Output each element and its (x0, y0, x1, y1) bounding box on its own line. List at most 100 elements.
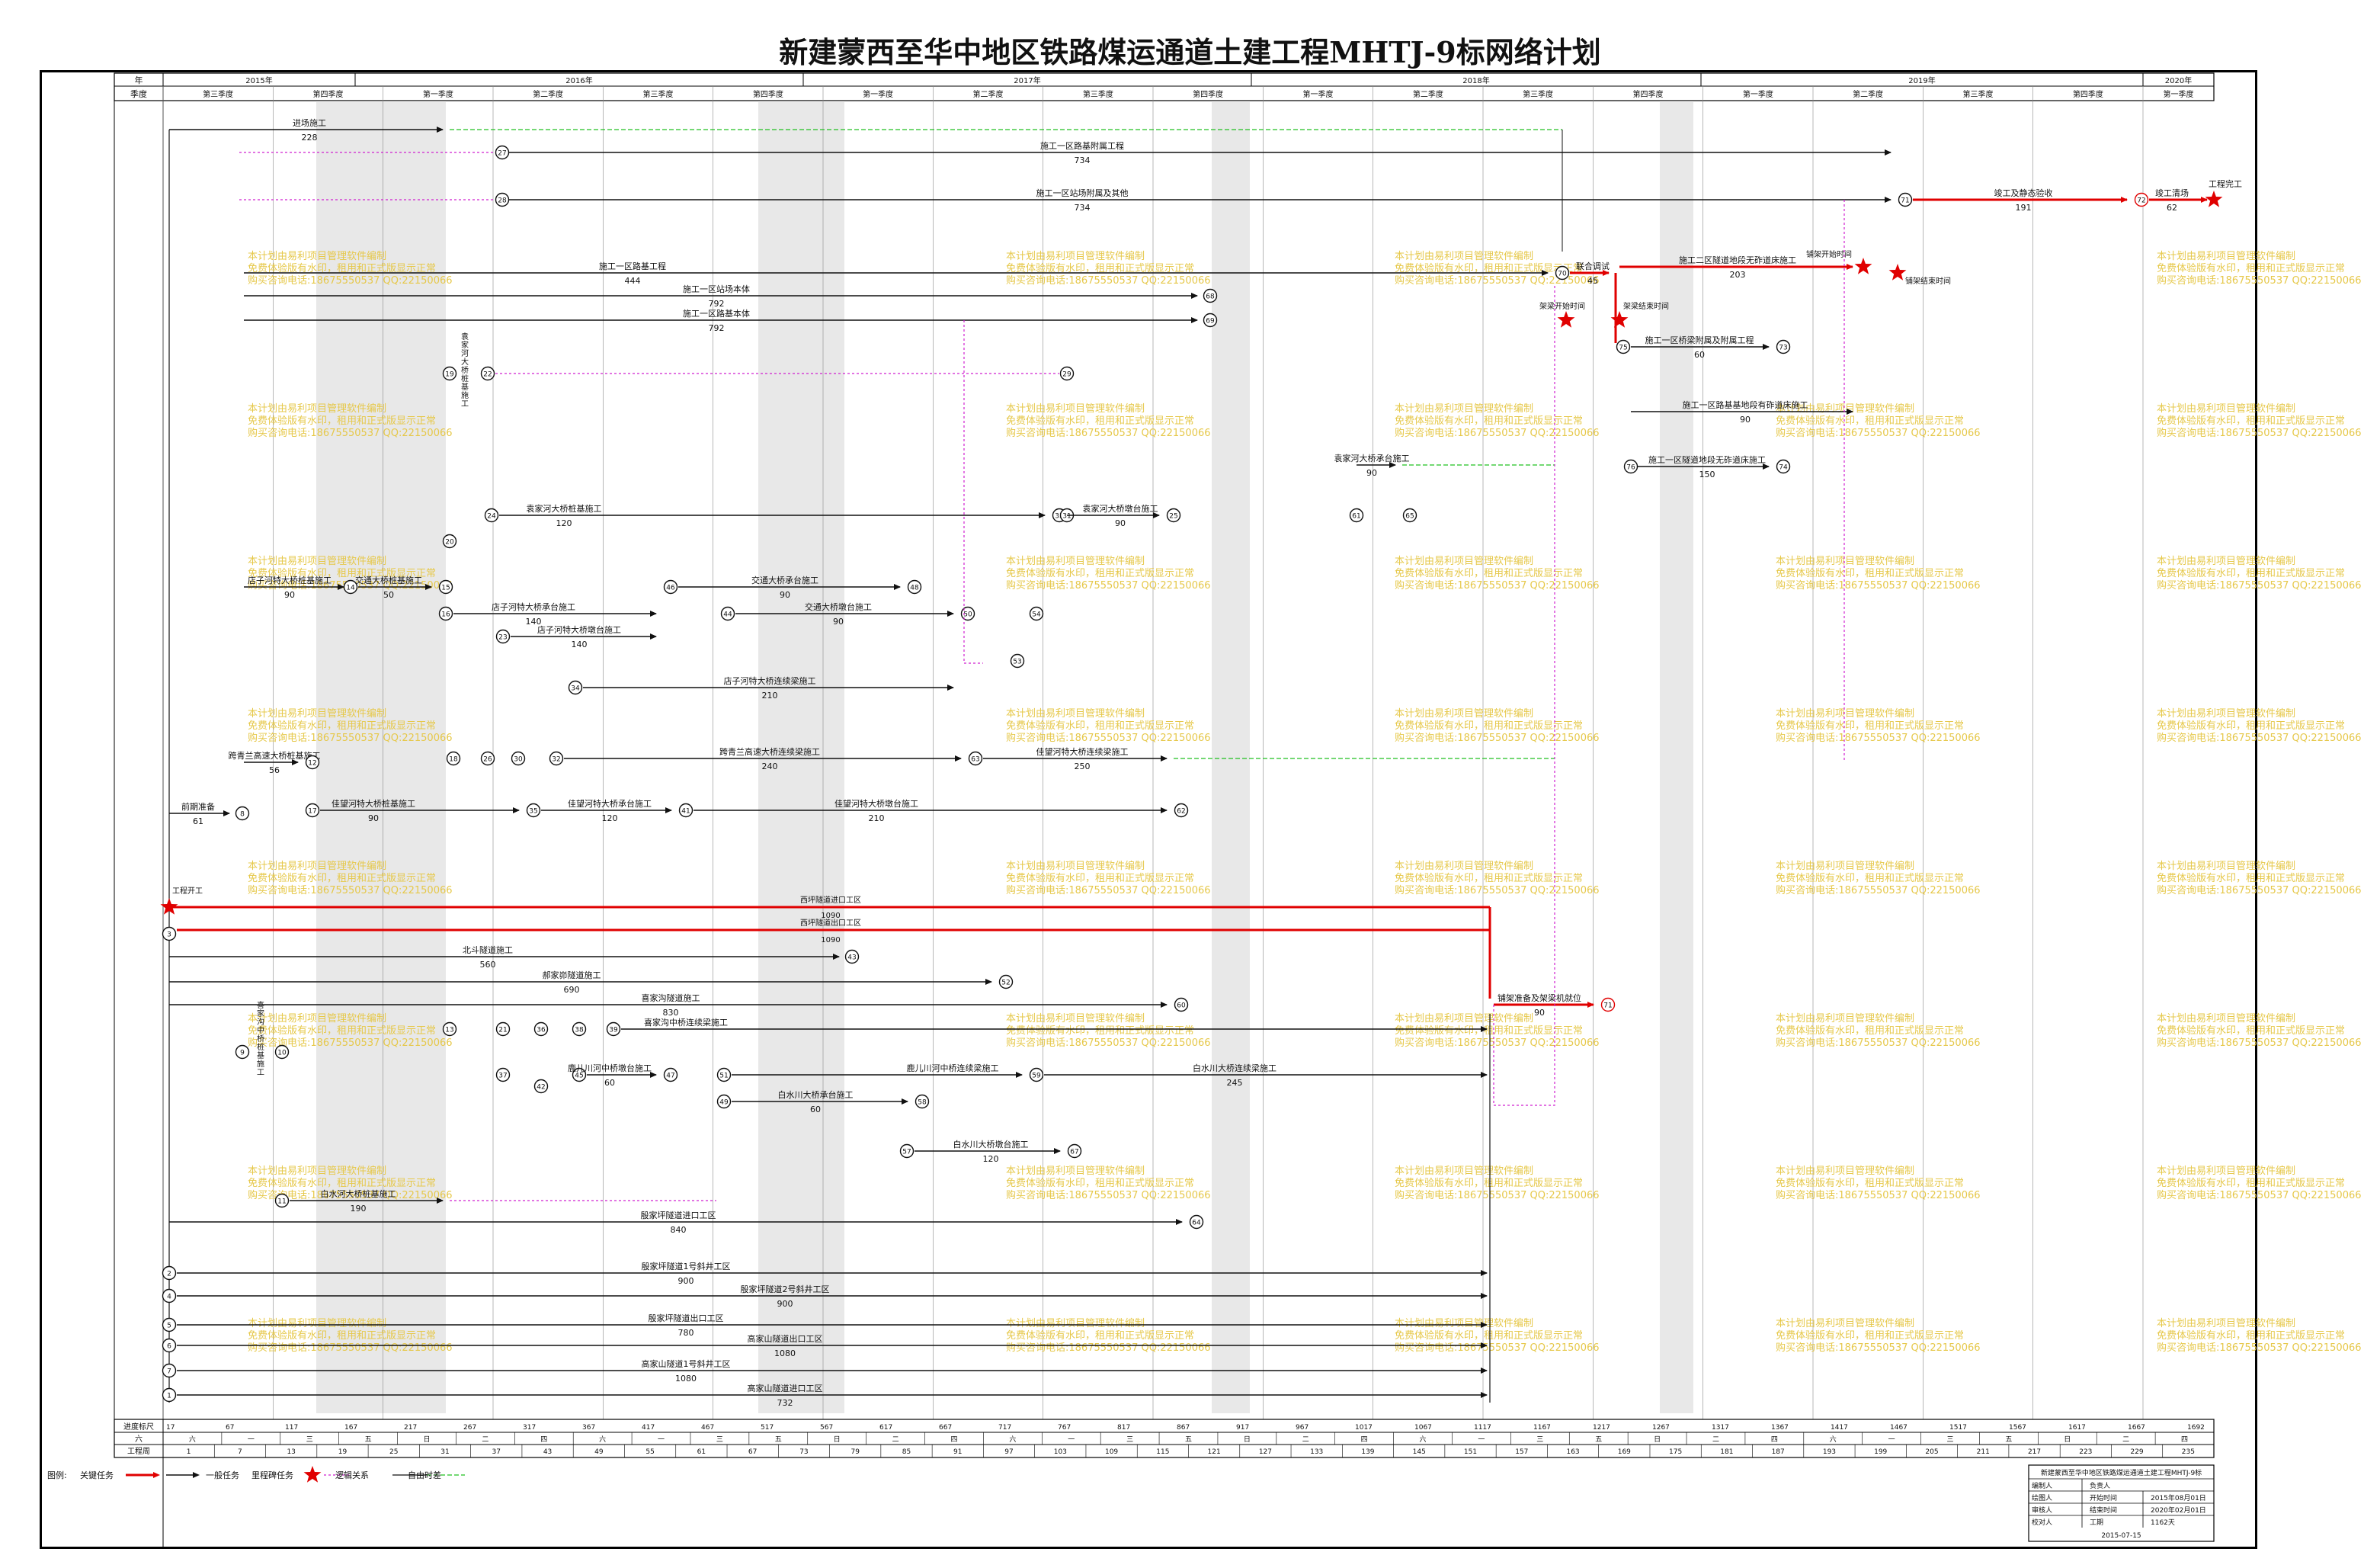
task-duration: 245 (1227, 1078, 1243, 1088)
svg-text:27: 27 (498, 150, 506, 158)
event-node: 44 (720, 606, 735, 621)
watermark-text: 购买咨询电话:18675550537 QQ:22150066 (2157, 1189, 2362, 1201)
task-label: 施工二区隧道地段无砟道床施工 (1679, 255, 1796, 265)
year-label: 2017年 (1014, 75, 1040, 85)
shade-band (316, 102, 446, 1413)
task-duration: 203 (1730, 270, 1746, 280)
watermark-text: 免费体验版有水印，租用和正式版显示正常 (248, 1025, 436, 1037)
task-label: 白水川大桥墩台施工 (953, 1139, 1029, 1150)
watermark-text: 购买咨询电话:18675550537 QQ:22150066 (1776, 427, 1981, 439)
watermark-text: 免费体验版有水印，租用和正式版显示正常 (1395, 567, 1583, 579)
week-mark: 133 (1310, 1448, 1323, 1456)
event-node: 65 (1402, 508, 1417, 523)
task-duration: 90 (1534, 1008, 1545, 1018)
svg-text:54: 54 (1032, 611, 1041, 619)
task-arrowhead (513, 807, 520, 813)
event-node: 25 (1166, 508, 1181, 523)
svg-text:5: 5 (167, 1323, 171, 1330)
quarter-label: 第一季度 (863, 89, 893, 99)
info-key: 绘图人 (2032, 1493, 2052, 1502)
watermark-text: 购买咨询电话:18675550537 QQ:22150066 (2157, 579, 2362, 592)
week-mark: 85 (902, 1448, 911, 1456)
svg-text:65: 65 (1405, 513, 1414, 521)
svg-text:22: 22 (483, 371, 492, 379)
weekday-mark: 四 (950, 1436, 957, 1444)
event-node: 72 (2134, 192, 2149, 207)
watermark-text: 购买咨询电话:18675550537 QQ:22150066 (2157, 427, 2362, 439)
task-duration: 830 (663, 1008, 679, 1018)
event-node: 61 (1349, 508, 1364, 523)
watermark-text: 免费体验版有水印，租用和正式版显示正常 (1776, 872, 1964, 884)
watermark-text: 本计划由易利项目管理软件编制 (1395, 251, 1533, 262)
task-arrowhead (1763, 344, 1770, 350)
week-mark: 91 (953, 1448, 962, 1456)
legend-arrowhead (193, 1472, 200, 1478)
svg-text:河: 河 (461, 349, 469, 358)
watermark-text: 本计划由易利项目管理软件编制 (1006, 708, 1145, 720)
day-mark: 917 (1236, 1424, 1249, 1432)
day-mark: 1617 (2068, 1424, 2086, 1432)
event-node: 43 (844, 949, 860, 964)
task-duration: 792 (709, 299, 725, 309)
watermark-text: 免费体验版有水印，租用和正式版显示正常 (1776, 1177, 1964, 1189)
svg-text:喜: 喜 (257, 1000, 264, 1010)
svg-text:大: 大 (461, 357, 469, 367)
watermark-text: 本计划由易利项目管理软件编制 (1395, 861, 1533, 872)
watermark-text: 购买咨询电话:18675550537 QQ:22150066 (1006, 1037, 1211, 1049)
watermark-text: 购买咨询电话:18675550537 QQ:22150066 (1006, 274, 1211, 287)
task-arrowhead (985, 979, 992, 985)
weekday-mark: 三 (1947, 1436, 1954, 1444)
watermark-text: 本计划由易利项目管理软件编制 (1395, 1013, 1533, 1025)
watermark-text: 免费体验版有水印，租用和正式版显示正常 (1006, 1177, 1194, 1189)
watermark-text: 本计划由易利项目管理软件编制 (1006, 251, 1145, 262)
week-mark: 163 (1566, 1448, 1579, 1456)
day-mark: 817 (1117, 1424, 1130, 1432)
weekday-mark: 三 (1536, 1436, 1543, 1444)
weekday-mark: 日 (2064, 1435, 2071, 1444)
task-label: 施工一区站场本体 (683, 284, 750, 294)
legend-milestone-label: 里程碑任务 (251, 1470, 293, 1480)
svg-text:62: 62 (1177, 808, 1185, 816)
svg-text:家: 家 (257, 1008, 264, 1018)
svg-text:14: 14 (346, 585, 355, 592)
task-label: 佳望河特大桥墩台施工 (834, 798, 918, 809)
svg-text:17: 17 (308, 808, 316, 816)
watermark-text: 购买咨询电话:18675550537 QQ:22150066 (1395, 1342, 1600, 1354)
svg-text:7: 7 (167, 1368, 171, 1376)
task-duration: 90 (780, 590, 790, 600)
task-duration: 210 (762, 691, 778, 701)
watermark-text: 本计划由易利项目管理软件编制 (248, 1013, 386, 1025)
event-node: 9 (235, 1044, 250, 1060)
weekday-mark: 一 (1888, 1436, 1895, 1444)
event-node: 26 (480, 751, 495, 766)
svg-text:49: 49 (719, 1099, 729, 1107)
weekday-mark: 六 (189, 1435, 196, 1444)
week-mark: 7 (238, 1448, 242, 1456)
event-node: 38 (572, 1021, 587, 1037)
watermark-text: 购买咨询电话:18675550537 QQ:22150066 (2157, 1037, 2362, 1049)
day-mark: 1367 (1771, 1424, 1789, 1432)
watermark-text: 免费体验版有水印，租用和正式版显示正常 (1776, 415, 1964, 427)
svg-text:桩: 桩 (461, 374, 469, 383)
task-label: 白水川大桥承台施工 (778, 1089, 854, 1100)
watermark-text: 免费体验版有水印，租用和正式版显示正常 (248, 720, 436, 732)
weekday-mark: 三 (306, 1436, 313, 1444)
task-duration: 90 (1366, 468, 1377, 478)
watermark-text: 免费体验版有水印，租用和正式版显示正常 (1006, 415, 1194, 427)
watermark-text: 免费体验版有水印，租用和正式版显示正常 (2157, 1329, 2345, 1342)
event-node: 63 (968, 751, 983, 766)
event-node: 74 (1776, 459, 1791, 474)
weekday-mark: 五 (1595, 1436, 1602, 1444)
weekday-mark: 一 (658, 1436, 665, 1444)
task-arrowhead (223, 810, 230, 816)
svg-text:32: 32 (552, 756, 560, 764)
task-arrowhead (1481, 1072, 1488, 1078)
task-duration: 120 (556, 518, 572, 528)
task-label: 佳望河特大桥连续梁施工 (1036, 746, 1129, 757)
task-label: 西坪隧道进口工区 (800, 895, 861, 905)
task-duration: 90 (1115, 518, 1126, 528)
week-mark: 199 (1874, 1448, 1887, 1456)
watermark-text: 本计划由易利项目管理软件编制 (2157, 861, 2295, 872)
quarter-label: 第二季度 (973, 89, 1004, 99)
svg-text:6: 6 (167, 1343, 171, 1351)
